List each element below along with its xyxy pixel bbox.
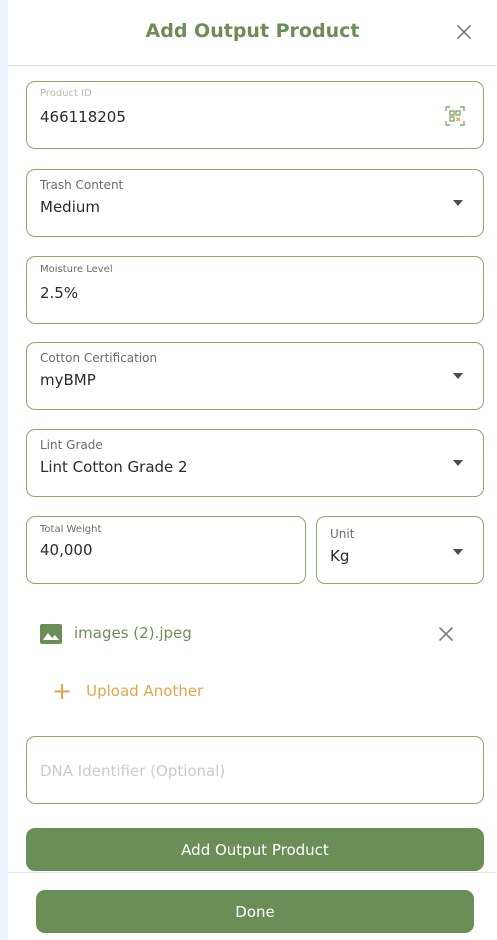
image-file-icon — [40, 624, 62, 644]
add-output-product-sheet: Add Output Product Product ID 466118205 … — [8, 0, 497, 940]
remove-file-icon[interactable] — [438, 626, 454, 642]
qr-scan-icon[interactable] — [444, 105, 466, 127]
file-name: images (2).jpeg — [74, 624, 192, 642]
trash-content-label: Trash Content — [40, 178, 124, 192]
unit-value: Kg — [330, 547, 350, 565]
dropdown-caret-icon — [453, 200, 463, 206]
total-weight-field[interactable]: Total Weight 40,000 — [26, 516, 306, 584]
total-weight-value: 40,000 — [40, 541, 93, 559]
add-output-product-button[interactable]: Add Output Product — [26, 828, 484, 871]
moisture-level-value: 2.5% — [40, 284, 79, 302]
upload-another-label: Upload Another — [86, 682, 204, 700]
product-id-field[interactable]: Product ID 466118205 — [26, 81, 484, 149]
unit-label: Unit — [330, 527, 355, 541]
trash-content-value: Medium — [40, 198, 100, 216]
lint-grade-value: Lint Cotton Grade 2 — [40, 458, 188, 476]
upload-another-button[interactable]: + Upload Another — [52, 676, 203, 706]
trash-content-select[interactable]: Trash Content Medium — [26, 169, 484, 237]
product-id-label: Product ID — [40, 88, 92, 99]
dropdown-caret-icon — [453, 460, 463, 466]
close-icon — [457, 25, 471, 39]
header-divider — [8, 65, 497, 66]
sheet-header: Add Output Product — [8, 0, 497, 66]
sheet-footer: Done — [8, 873, 497, 940]
cotton-certification-select[interactable]: Cotton Certification myBMP — [26, 342, 484, 410]
unit-select[interactable]: Unit Kg — [316, 516, 484, 584]
done-button[interactable]: Done — [36, 890, 474, 933]
sheet-title: Add Output Product — [145, 20, 360, 42]
dropdown-caret-icon — [453, 549, 463, 555]
attached-file-row: images (2).jpeg — [40, 618, 480, 652]
dna-identifier-placeholder: DNA Identifier (Optional) — [40, 762, 226, 780]
plus-icon: + — [52, 677, 73, 705]
dropdown-caret-icon — [453, 373, 463, 379]
dna-identifier-field[interactable]: DNA Identifier (Optional) — [26, 736, 484, 804]
moisture-level-field[interactable]: Moisture Level 2.5% — [26, 256, 484, 324]
product-id-value: 466118205 — [40, 108, 126, 126]
lint-grade-select[interactable]: Lint Grade Lint Cotton Grade 2 — [26, 429, 484, 497]
close-button[interactable] — [448, 16, 480, 48]
moisture-level-label: Moisture Level — [40, 264, 113, 275]
cotton-certification-value: myBMP — [40, 371, 96, 389]
cotton-certification-label: Cotton Certification — [40, 351, 158, 365]
lint-grade-label: Lint Grade — [40, 438, 103, 452]
total-weight-label: Total Weight — [40, 524, 102, 535]
